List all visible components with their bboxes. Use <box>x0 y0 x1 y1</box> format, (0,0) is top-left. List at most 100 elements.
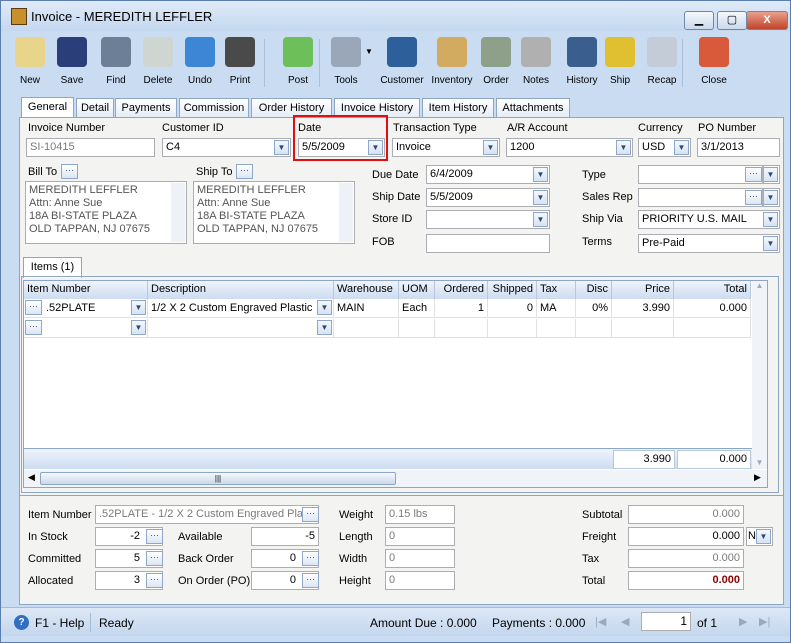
fob-field[interactable] <box>426 234 550 253</box>
grid-cell[interactable]: MA <box>537 299 576 318</box>
back-order-lookup-button[interactable]: ··· <box>302 551 319 566</box>
bill-to-lookup-button[interactable]: ··· <box>61 164 78 179</box>
ship-date-picker[interactable]: 5/5/2009 ▼ <box>426 188 550 207</box>
on-order-lookup-button[interactable]: ··· <box>302 573 319 588</box>
chevron-down-icon[interactable]: ▼ <box>756 529 771 544</box>
scroll-down-icon[interactable]: ▼ <box>752 458 767 467</box>
ar-account-select[interactable]: 1200 ▼ <box>506 138 633 157</box>
toolbar-save-button[interactable]: Save <box>51 33 93 91</box>
committed-lookup-button[interactable]: ··· <box>146 551 163 566</box>
toolbar-print-button[interactable]: Print <box>219 33 261 91</box>
ship-to-lookup-button[interactable]: ··· <box>236 164 253 179</box>
grid-cell[interactable] <box>537 319 576 338</box>
toolbar-tools-button[interactable]: Tools <box>325 33 367 91</box>
freight-field[interactable]: 0.000 <box>628 527 744 546</box>
customer-id-select[interactable]: C4 ▼ <box>162 138 291 157</box>
grid-cell[interactable]: 1/2 X 2 Custom Engraved Plastic ▼ <box>148 299 334 318</box>
toolbar-close-button[interactable]: Close <box>693 33 735 91</box>
transaction-type-select[interactable]: Invoice ▼ <box>392 138 500 157</box>
bill-to-address[interactable]: MEREDITH LEFFLER Attn: Anne Sue 18A BI-STA… <box>25 181 187 244</box>
chevron-down-icon[interactable]: ▼ <box>368 140 383 155</box>
column-header-description[interactable]: Description <box>148 281 334 299</box>
tab-items[interactable]: Items (1) <box>23 257 82 278</box>
po-number-field[interactable]: 3/1/2013 <box>697 138 780 157</box>
grid-cell[interactable]: 3.990 <box>612 299 674 318</box>
record-number-field[interactable]: 1 <box>641 612 691 631</box>
chevron-down-icon[interactable]: ▼ <box>616 140 631 155</box>
help-icon[interactable]: ? <box>14 615 29 630</box>
tab-general[interactable]: General <box>21 97 74 118</box>
column-header-price[interactable]: Price <box>612 281 674 299</box>
chevron-down-icon[interactable]: ▼ <box>131 320 146 335</box>
grid-cell[interactable] <box>612 319 674 338</box>
freight-option-select[interactable]: N ▼ <box>746 527 773 546</box>
scroll-thumb[interactable]: ||| <box>40 472 396 485</box>
weight-field[interactable]: 0.15 lbs <box>385 505 455 524</box>
column-header-uom[interactable]: UOM <box>399 281 435 299</box>
scrollbar[interactable] <box>339 183 353 242</box>
horizontal-scrollbar[interactable]: ◀ ||| ▶ <box>24 470 767 487</box>
available-field[interactable]: -5 <box>251 527 319 546</box>
toolbar-undo-button[interactable]: Undo <box>179 33 221 91</box>
grid-cell[interactable] <box>576 319 612 338</box>
chevron-down-icon[interactable]: ▼ <box>274 140 289 155</box>
width-field[interactable]: 0 <box>385 549 455 568</box>
type-lookup-button[interactable]: ··· <box>745 167 762 182</box>
row-lookup-button[interactable]: ··· <box>25 300 42 315</box>
tab-attachments[interactable]: Attachments <box>496 98 570 118</box>
grid-cell[interactable]: 0% <box>576 299 612 318</box>
height-field[interactable]: 0 <box>385 571 455 590</box>
ship-via-select[interactable]: PRIORITY U.S. MAIL ▼ <box>638 210 780 229</box>
grid-cell[interactable]: ▼ <box>148 319 334 338</box>
chevron-down-icon[interactable]: ▼ <box>317 300 332 315</box>
date-picker[interactable]: 5/5/2009 ▼ <box>298 138 385 157</box>
toolbar-delete-button[interactable]: Delete <box>137 33 179 91</box>
column-header-ordered[interactable]: Ordered <box>435 281 488 299</box>
tab-detail[interactable]: Detail <box>76 98 114 118</box>
sales-rep-lookup-button[interactable]: ··· <box>745 190 762 205</box>
row-lookup-button[interactable]: ··· <box>25 320 42 335</box>
terms-select[interactable]: Pre-Paid ▼ <box>638 234 780 253</box>
item-lookup-button[interactable]: ··· <box>302 507 319 522</box>
toolbar-find-button[interactable]: Find <box>95 33 137 91</box>
chevron-down-icon[interactable]: ▼ <box>674 140 689 155</box>
tab-commission[interactable]: Commission <box>179 98 249 118</box>
column-header-disc[interactable]: Disc <box>576 281 612 299</box>
chevron-down-icon[interactable]: ▼ <box>533 190 548 205</box>
chevron-down-icon[interactable]: ▼ <box>533 167 548 182</box>
minimize-button[interactable]: ▁ <box>684 11 714 30</box>
scrollbar[interactable] <box>171 183 185 242</box>
grid-cell[interactable]: MAIN <box>334 299 399 318</box>
toolbar-post-button[interactable]: Post <box>277 33 319 91</box>
column-header-item-number[interactable]: Item Number <box>24 281 148 299</box>
vertical-scrollbar[interactable]: ▲ ▼ <box>752 281 767 469</box>
sales-rep-dropdown[interactable]: ▼ <box>763 188 780 207</box>
grid-cell[interactable] <box>435 319 488 338</box>
currency-select[interactable]: USD ▼ <box>638 138 691 157</box>
previous-record-icon[interactable]: ◀ <box>621 615 629 628</box>
grid-cell[interactable] <box>488 319 537 338</box>
grid-cell[interactable]: 1 <box>435 299 488 318</box>
column-header-shipped[interactable]: Shipped <box>488 281 537 299</box>
in-stock-lookup-button[interactable]: ··· <box>146 529 163 544</box>
type-dropdown[interactable]: ▼ <box>763 165 780 184</box>
tab-item-history[interactable]: Item History <box>422 98 494 118</box>
chevron-down-icon[interactable]: ▼ <box>763 212 778 227</box>
scroll-up-icon[interactable]: ▲ <box>752 281 767 290</box>
item-number-field[interactable]: .52PLATE - 1/2 X 2 Custom Engraved Pla <box>95 505 319 524</box>
toolbar-inventory-button[interactable]: Inventory <box>427 33 477 91</box>
chevron-down-icon[interactable]: ▼ <box>483 140 498 155</box>
grid-cell[interactable] <box>674 319 751 338</box>
chevron-down-icon[interactable]: ▼ <box>317 320 332 335</box>
column-header-tax[interactable]: Tax <box>537 281 576 299</box>
tools-dropdown-arrow-icon[interactable]: ▼ <box>365 47 373 56</box>
chevron-down-icon[interactable]: ▼ <box>763 236 778 251</box>
help-label[interactable]: F1 - Help <box>35 616 84 630</box>
toolbar-customer-button[interactable]: Customer <box>377 33 427 91</box>
toolbar-order-button[interactable]: Order <box>475 33 517 91</box>
chevron-down-icon[interactable]: ▼ <box>764 167 778 182</box>
chevron-down-icon[interactable]: ▼ <box>764 190 778 205</box>
last-record-icon[interactable]: ▶| <box>759 615 770 628</box>
toolbar-new-button[interactable]: New <box>9 33 51 91</box>
column-header-total[interactable]: Total <box>674 281 751 299</box>
